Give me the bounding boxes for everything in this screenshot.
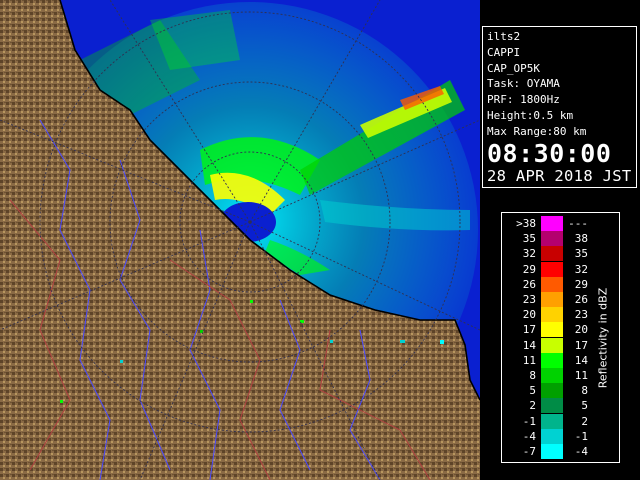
- legend-swatch: [541, 352, 563, 368]
- legend-swatch: [541, 261, 563, 277]
- legend-lower-value: 14: [522, 338, 536, 352]
- legend-row: >38 ---: [502, 216, 619, 231]
- legend-lower-value: >38: [516, 217, 536, 230]
- legend-upper-value: 5: [581, 399, 588, 413]
- height-label: Height:0.5 km: [487, 108, 574, 122]
- observation-date: 28 APR 2018 JST: [487, 166, 632, 185]
- legend-upper-value: 14: [574, 353, 588, 367]
- legend-upper-value: 32: [574, 262, 588, 276]
- legend-swatch: [541, 216, 563, 231]
- legend-upper-value: 23: [574, 308, 588, 322]
- legend-swatch: [541, 246, 563, 262]
- side-panel: ilts2 CAPPI CAP_OP5K Task: OYAMA PRF: 18…: [480, 0, 640, 480]
- product-code: CAP_OP5K: [487, 61, 540, 75]
- legend-swatch: [541, 383, 563, 399]
- legend-swatch: [541, 413, 563, 429]
- legend-swatch: [541, 368, 563, 383]
- legend-title: Reflectivity in dBZ: [596, 287, 610, 389]
- legend-upper-value: 26: [574, 293, 588, 306]
- legend-swatch: [541, 337, 563, 353]
- station-name: ilts2: [487, 30, 521, 43]
- legend-swatch: [541, 322, 563, 338]
- task-label: Task: OYAMA: [487, 77, 560, 91]
- legend-swatch: [541, 307, 563, 323]
- legend-swatch: [541, 276, 563, 292]
- legend-lower-value: 32: [522, 247, 536, 261]
- legend-upper-value: 35: [574, 247, 588, 261]
- legend-row: 35 38: [502, 231, 619, 247]
- legend-lower-value: 11: [522, 353, 536, 367]
- legend-lower-value: 8: [529, 369, 536, 382]
- legend-upper-value: 38: [574, 232, 588, 246]
- legend-swatch: [541, 398, 563, 414]
- legend-lower-value: -7: [522, 445, 536, 458]
- color-legend: >38 --- 35 38 32 35 29 32 26 29 23 26 20 23 17 20 14 17 11…: [501, 212, 620, 463]
- max-range-label: Max Range:80 km: [487, 124, 587, 138]
- legend-upper-value: 20: [574, 323, 588, 337]
- radar-image: [0, 0, 480, 480]
- prf-label: PRF: 1800Hz: [487, 93, 560, 107]
- legend-swatch: [541, 444, 563, 459]
- legend-upper-value: 2: [581, 414, 588, 428]
- legend-swatch: [541, 292, 563, 307]
- product-name: CAPPI: [487, 45, 521, 59]
- legend-row: -7 -4: [502, 444, 619, 459]
- legend-lower-value: -4: [522, 429, 536, 443]
- legend-upper-value: 29: [574, 277, 588, 291]
- legend-upper-value: 11: [574, 369, 588, 382]
- legend-lower-value: 20: [522, 308, 536, 322]
- legend-upper-value: 8: [581, 384, 588, 398]
- legend-upper-value: ---: [568, 217, 588, 230]
- legend-swatch: [541, 428, 563, 444]
- radar-map[interactable]: [0, 0, 480, 480]
- legend-title-wrap: Reflectivity in dBZ: [595, 253, 611, 423]
- legend-upper-value: 17: [574, 338, 588, 352]
- legend-lower-value: 26: [522, 277, 536, 291]
- legend-lower-value: 2: [529, 399, 536, 413]
- legend-upper-value: -4: [574, 445, 588, 458]
- legend-lower-value: 17: [522, 323, 536, 337]
- legend-lower-value: 23: [522, 293, 536, 306]
- info-box: ilts2 CAPPI CAP_OP5K Task: OYAMA PRF: 18…: [482, 26, 637, 188]
- legend-row: -4 -1: [502, 428, 619, 444]
- legend-lower-value: 29: [522, 262, 536, 276]
- observation-time: 08:30:00: [487, 138, 612, 168]
- legend-upper-value: -1: [574, 429, 588, 443]
- legend-lower-value: 35: [522, 232, 536, 246]
- legend-lower-value: -1: [522, 414, 536, 428]
- legend-lower-value: 5: [529, 384, 536, 398]
- legend-swatch: [541, 231, 563, 247]
